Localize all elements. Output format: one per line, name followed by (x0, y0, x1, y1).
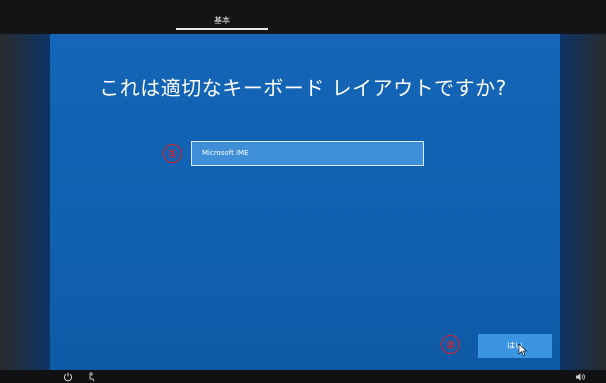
page-title: これは適切なキーボード レイアウトですか? (99, 76, 507, 100)
annotation-circle-2: ② (441, 335, 460, 354)
volume-icon[interactable] (575, 372, 586, 382)
accessibility-icon[interactable] (86, 372, 96, 382)
monitor-frame: 基本 これは適切なキーボード レイアウトですか? Microsoft IME ①… (0, 0, 606, 383)
power-icon[interactable] (63, 372, 73, 382)
annotation-circle-1: ① (163, 144, 182, 163)
top-bar: 基本 (0, 0, 606, 34)
tab-basic[interactable]: 基本 (172, 0, 272, 32)
yes-button[interactable]: はい (478, 334, 552, 358)
keyboard-layout-option[interactable]: Microsoft IME (191, 141, 424, 166)
mouse-cursor-icon (518, 344, 528, 356)
